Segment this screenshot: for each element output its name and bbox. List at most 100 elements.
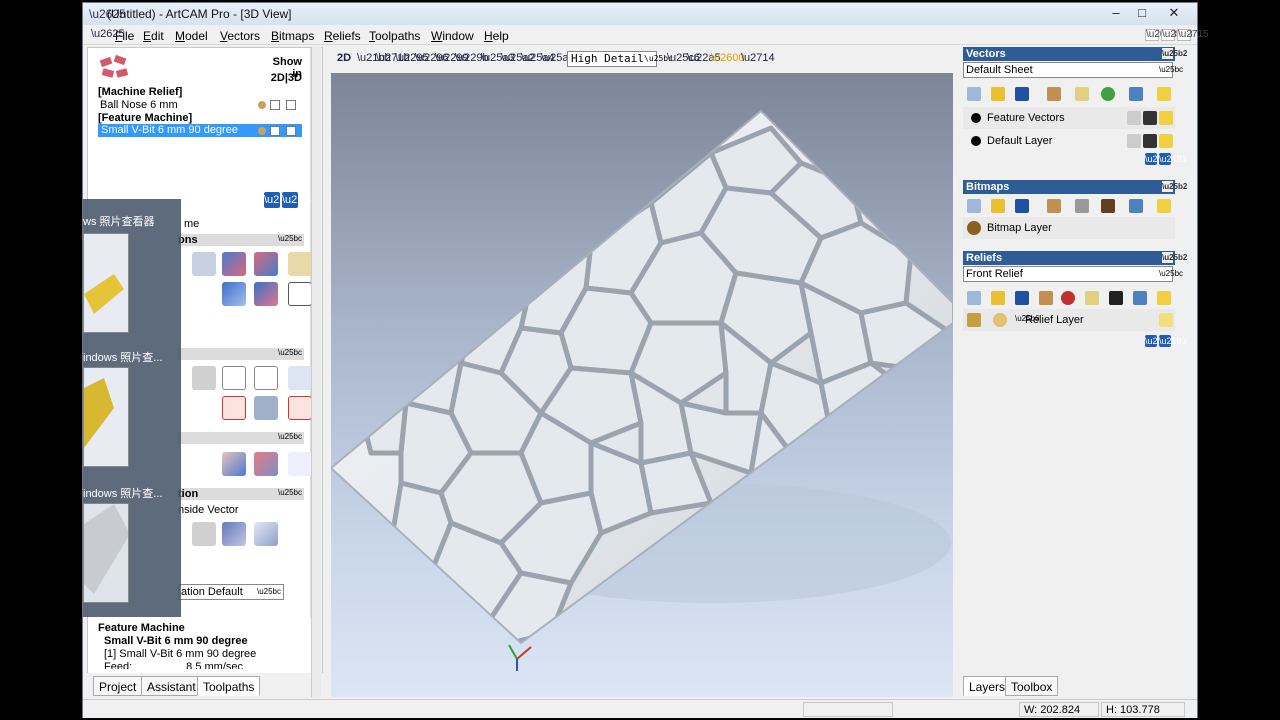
- tab-toolbox[interactable]: Toolbox: [1005, 676, 1059, 696]
- zoom-out-icon[interactable]: \u2296: [415, 50, 449, 66]
- mdi-minimize-button[interactable]: \u2013: [1145, 29, 1177, 41]
- move-layer-up-button[interactable]: \u2191: [1145, 335, 1173, 347]
- rotate-icon[interactable]: \u21bb: [357, 50, 391, 66]
- move-layer-down-button[interactable]: \u2193: [1159, 335, 1187, 347]
- toolpath-group-icon[interactable]: [98, 54, 134, 82]
- delete-icon[interactable]: [1129, 199, 1143, 213]
- delete-icon[interactable]: [1129, 87, 1143, 101]
- pin-icon[interactable]: \u25b2: [1162, 252, 1187, 263]
- toolpath-templates-icon[interactable]: [254, 522, 278, 546]
- lightbulb-icon[interactable]: [1157, 87, 1171, 101]
- zoom-fit-icon[interactable]: \u2299: [435, 50, 469, 66]
- side-view-icon[interactable]: \u25a4: [521, 50, 555, 66]
- menu-bitmaps[interactable]: Bitmaps: [271, 29, 314, 43]
- menu-reliefs[interactable]: Reliefs: [324, 29, 361, 43]
- taskbar-thumbnail-overlay[interactable]: ws 照片查看器 indows 照片查... indows 照片查...: [83, 199, 181, 617]
- top-view-icon[interactable]: \u25a5: [541, 50, 575, 66]
- menu-window[interactable]: Window: [431, 29, 474, 43]
- maximize-button[interactable]: □: [1129, 3, 1155, 23]
- lighting-icon[interactable]: \u2600: [711, 50, 745, 66]
- save-icon[interactable]: [1015, 291, 1029, 305]
- show-2d-checkbox[interactable]: [270, 100, 280, 110]
- save-icon[interactable]: [1015, 199, 1029, 213]
- layer-color-icon[interactable]: [971, 136, 981, 146]
- drill-icon[interactable]: [288, 252, 312, 276]
- profile-icon[interactable]: [254, 252, 278, 276]
- fluting-icon[interactable]: [288, 366, 312, 390]
- merge-icon[interactable]: [1047, 199, 1061, 213]
- visibility-bulb-icon[interactable]: [1159, 313, 1173, 327]
- toolpath-tool-icon[interactable]: [192, 522, 216, 546]
- toolpath-check-icon[interactable]: [288, 452, 312, 476]
- close-button[interactable]: ✕: [1161, 3, 1187, 23]
- collapse-icon[interactable]: \u25bc: [278, 234, 302, 243]
- mdi-restore-button[interactable]: \u25a3: [1161, 29, 1193, 41]
- pin-icon[interactable]: \u25b2: [1162, 181, 1187, 192]
- open-icon[interactable]: [991, 87, 1005, 101]
- collapse-icon[interactable]: \u25bc: [278, 348, 302, 357]
- new-layer-icon[interactable]: [967, 87, 981, 101]
- panel-splitter[interactable]: [311, 47, 321, 697]
- toolpath-ball-nose[interactable]: Ball Nose 6 mm: [100, 99, 178, 111]
- layer-bitmap-layer[interactable]: Bitmap Layer: [963, 217, 1175, 239]
- bevel-icon[interactable]: [222, 396, 246, 420]
- engrave-icon[interactable]: [288, 282, 312, 306]
- pen-icon[interactable]: [1143, 134, 1157, 148]
- dropdown-arrow-icon[interactable]: \u25bc: [644, 52, 673, 66]
- open-icon[interactable]: [991, 291, 1005, 305]
- menu-file[interactable]: File: [115, 29, 134, 43]
- menu-model[interactable]: Model: [175, 29, 208, 43]
- detail-level-select[interactable]: High Detail \u25bc: [567, 51, 673, 67]
- multi-tool-icon[interactable]: [254, 396, 278, 420]
- tab-layers[interactable]: Layers: [963, 676, 1012, 696]
- lightbulb-icon[interactable]: [1157, 199, 1171, 213]
- mdi-close-button[interactable]: \u2715: [1177, 29, 1209, 41]
- collapse-icon[interactable]: \u25bc: [278, 432, 302, 441]
- open-icon[interactable]: [991, 199, 1005, 213]
- simulate-block-icon[interactable]: [254, 452, 278, 476]
- thumbnail-preview[interactable]: [83, 367, 129, 467]
- move-layer-up-button[interactable]: \u2191: [1145, 153, 1173, 165]
- tab-toolpaths[interactable]: Toolpaths: [197, 676, 261, 696]
- save-toolpath-icon[interactable]: [222, 522, 246, 546]
- pin-icon[interactable]: \u25b2: [1162, 48, 1187, 59]
- show-2d-checkbox[interactable]: [270, 126, 280, 136]
- menu-edit[interactable]: Edit: [143, 29, 164, 43]
- zoom-in-icon[interactable]: \u2295: [395, 50, 429, 66]
- group-feature-machine[interactable]: [Feature Machine]: [98, 112, 192, 124]
- layer-properties-icon[interactable]: [1075, 87, 1089, 101]
- toolpath-tool-icon[interactable]: [192, 366, 216, 390]
- axes-icon[interactable]: \u22a5: [687, 50, 721, 66]
- layer-color-icon[interactable]: [971, 113, 981, 123]
- draw-relief-icon[interactable]: \u25c6: [667, 50, 700, 66]
- section-header-operations[interactable]: ons \u25bc: [178, 234, 304, 246]
- thumbnail-preview[interactable]: [83, 233, 129, 333]
- layer-relief-layer[interactable]: \u25b6 Relief Layer: [963, 309, 1175, 331]
- relief-properties-icon[interactable]: [1085, 291, 1099, 305]
- color-icon[interactable]: [1101, 199, 1115, 213]
- group-machine-relief[interactable]: [Machine Relief]: [98, 86, 182, 98]
- section-header-4[interactable]: tion \u25bc: [178, 488, 304, 500]
- show-3d-checkbox[interactable]: [286, 100, 296, 110]
- new-bitmap-layer-icon[interactable]: [967, 199, 981, 213]
- grayscale-icon[interactable]: [1109, 291, 1123, 305]
- simulation-select[interactable]: ation Default \u25bc: [178, 584, 284, 600]
- render-settings-icon[interactable]: \u2714: [741, 50, 775, 66]
- move-up-button[interactable]: \u2191: [264, 192, 298, 208]
- pan-icon[interactable]: \u271b: [376, 50, 410, 66]
- title-bar[interactable]: \u2625 (Untitled) - ArtCAM Pro - [3D Vie…: [83, 3, 1197, 25]
- tab-assistant[interactable]: Assistant: [141, 676, 202, 696]
- lock-icon[interactable]: [1127, 111, 1141, 125]
- front-view-icon[interactable]: \u25a2: [501, 50, 535, 66]
- vector-sheet-select[interactable]: Default Sheet \u25bc: [963, 62, 1183, 78]
- texture-icon[interactable]: [254, 366, 278, 390]
- relief-select[interactable]: Front Relief \u25bc: [963, 266, 1183, 282]
- section-header-2[interactable]: \u25bc: [178, 348, 304, 360]
- panel-icon[interactable]: [288, 396, 312, 420]
- dropdown-arrow-icon[interactable]: \u25bc: [1159, 64, 1183, 76]
- bitmap-properties-icon[interactable]: [1075, 199, 1089, 213]
- machine-relief-icon[interactable]: [222, 282, 246, 306]
- delete-icon[interactable]: [1133, 291, 1147, 305]
- iso-view-icon[interactable]: \u25a3: [481, 50, 515, 66]
- visibility-bulb-icon[interactable]: [1159, 111, 1173, 125]
